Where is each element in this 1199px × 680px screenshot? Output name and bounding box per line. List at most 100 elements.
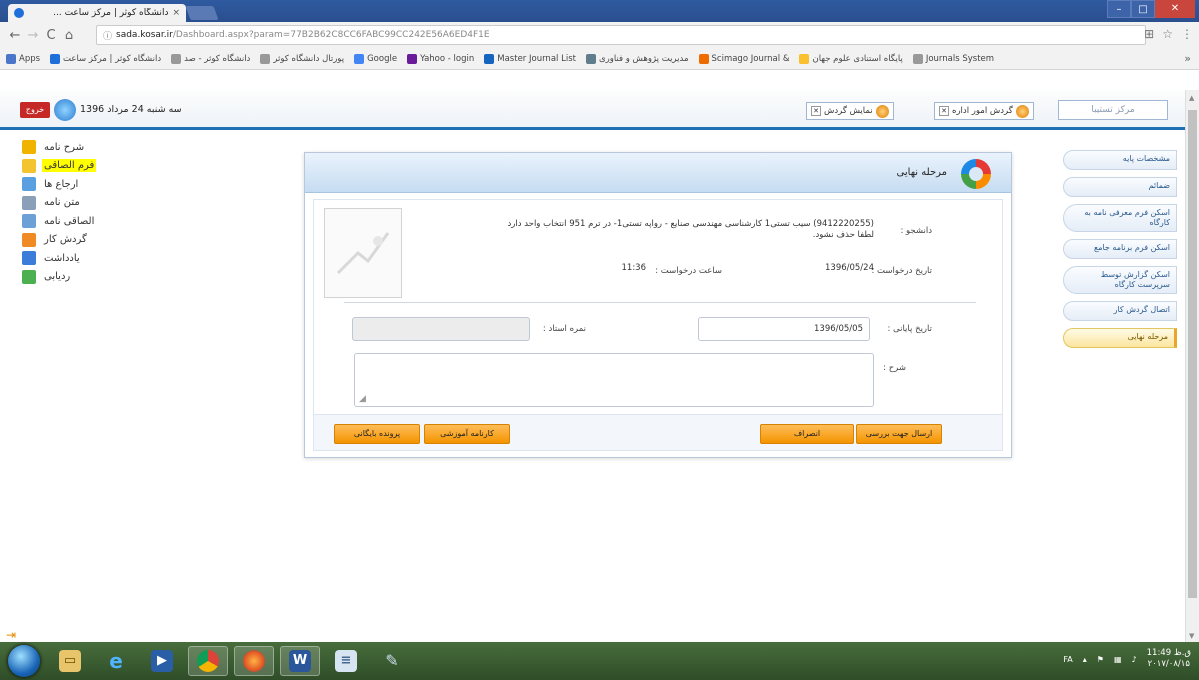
panel-header: مرحله نهایی [305,153,1011,193]
page-scrollbar[interactable]: ▲ ▼ [1185,90,1199,642]
back-icon[interactable]: ← [6,28,24,43]
view-workflow-chip[interactable]: ✕ نمایش گردش [806,102,894,120]
bookmark-label: پایگاه استنادی علوم جهان [812,53,903,64]
browser-tab[interactable]: دانشگاه کوثر | مرکز ساعت ... × [8,4,186,22]
left-menu-item[interactable]: شرح نامه [22,138,162,157]
bookmark-item[interactable]: پورتال دانشگاه کوثر [260,53,345,64]
translate-icon[interactable]: ⊞ [1144,27,1154,41]
left-menu-item[interactable]: متن نامه [22,194,162,213]
explorer-icon[interactable]: ▭ [50,646,90,676]
archive-button[interactable]: پرونده بایگانی [334,424,420,444]
paint-icon[interactable]: ✎ [372,646,412,676]
section-divider [344,302,976,303]
start-button[interactable] [8,645,40,677]
forward-icon[interactable]: → [24,28,42,43]
bookmark-item[interactable]: Master Journal List [484,53,576,64]
left-menu-label: فرم الصاقی [42,159,97,173]
bookmark-item[interactable]: مدیریت پژوهش و فناوری [585,53,689,64]
right-menu-item[interactable]: مشخصات پایه [1063,150,1177,170]
logout-button[interactable]: خروج [20,102,50,118]
menu-icon[interactable]: ⋮ [1181,27,1193,41]
current-date: سه شنبه 24 مرداد 1396 [80,104,182,115]
bookmark-item[interactable]: Google [354,53,397,64]
network-icon[interactable]: ▦ [1114,655,1122,664]
info-icon[interactable]: ⓘ [103,29,112,42]
right-menu-item[interactable]: اسکن فرم معرفی نامه به کارگاه [1063,204,1177,232]
workflow-orb-icon [875,104,889,118]
end-date-field[interactable]: 1396/05/05 [698,317,870,341]
close-window-icon[interactable]: ✕ [1155,0,1195,18]
right-menu-item[interactable]: اسکن فرم برنامه جامع [1063,239,1177,259]
description-label: شرح : [883,363,906,373]
close-icon[interactable]: ✕ [811,106,821,116]
chrome-icon[interactable] [188,646,228,676]
apps-icon [6,53,16,64]
teacher-grade-field[interactable] [352,317,530,341]
office-tour-chip[interactable]: ✕ گردش امور اداره [934,102,1034,120]
tray-arrow-icon[interactable]: ▴ [1083,655,1087,664]
bookmark-item[interactable]: Yahoo - login [407,53,474,64]
description-textarea[interactable]: ◢ [354,353,874,407]
bookmarks-overflow-icon[interactable]: » [1184,52,1191,65]
left-menu-item[interactable]: گردش کار [22,231,162,250]
view-workflow-label: نمایش گردش [824,106,873,116]
left-menu-label: یادداشت [44,252,80,264]
bookmark-item[interactable]: دانشگاه کوثر - صد [171,53,250,64]
left-menu-item[interactable]: فرم الصاقی [22,157,162,176]
transcript-button[interactable]: کارنامه آموزشی [424,424,510,444]
collapse-panel-icon[interactable]: ⇥ [6,628,16,642]
right-menu-item[interactable]: مرحله نهایی [1063,328,1177,348]
google-icon [354,53,365,64]
left-menu-item[interactable]: ردیابی [22,268,162,287]
language-indicator[interactable]: FA [1063,655,1072,664]
maximize-icon[interactable]: □ [1131,0,1155,18]
bookmark-label: پورتال دانشگاه کوثر [273,53,345,64]
scrollbar-thumb[interactable] [1188,110,1197,598]
windows-taskbar: ▭ e ▶ W ≡ ✎ FA ▴ ⚑ ▦ ♪ 11:49 ق.ظ ۲۰۱۷/۰۸… [0,642,1199,680]
address-domain: sada.kosar.ir [116,30,173,40]
media-player-icon[interactable]: ▶ [142,646,182,676]
scroll-up-icon[interactable]: ▲ [1189,94,1194,102]
header-right-box[interactable]: مرکز تستیبا [1058,100,1168,120]
clock[interactable]: 11:49 ق.ظ ۲۰۱۷/۰۸/۱۵ [1147,648,1191,670]
bookmark-label: Journals System [925,53,995,64]
new-tab-button[interactable] [185,6,219,20]
tab-close-icon[interactable]: × [172,8,180,18]
bookmark-item[interactable]: Scimago Journal & [698,53,789,64]
left-menu-item[interactable]: ارجاع ها [22,175,162,194]
close-icon[interactable]: ✕ [939,106,949,116]
resize-grip-icon[interactable]: ◢ [359,394,366,404]
ie-icon[interactable]: e [96,646,136,676]
home-icon[interactable]: ⌂ [60,28,78,43]
request-date-value: 1396/05/24 [825,263,874,273]
bookmark-item[interactable]: Apps [6,53,40,64]
address-input[interactable]: ⓘ sada.kosar.ir /Dashboard.aspx?param=77… [96,25,1146,45]
volume-icon[interactable]: ♪ [1132,655,1137,664]
bookmark-item[interactable]: Journals System [912,53,995,64]
send-review-button[interactable]: ارسال جهت بررسی [856,424,942,444]
right-menu-item[interactable]: اسکن گزارش توسط سرپرست کارگاه [1063,266,1177,294]
firefox-icon[interactable] [234,646,274,676]
favicon-icon [14,8,24,18]
bookmark-item[interactable]: پایگاه استنادی علوم جهان [799,53,903,64]
left-menu-item[interactable]: یادداشت [22,249,162,268]
bookmark-label: Master Journal List [497,53,576,64]
right-menu-item[interactable]: اتصال گردش کار [1063,301,1177,321]
cancel-button[interactable]: انصراف [760,424,854,444]
bookmark-item[interactable]: دانشگاه کوثر | مرکز ساعت [50,53,161,64]
document-icon[interactable]: ≡ [326,646,366,676]
bookmark-star-icon[interactable]: ☆ [1162,27,1173,41]
flag-icon[interactable]: ⚑ [1097,655,1104,664]
word-icon[interactable]: W [280,646,320,676]
right-menu: مشخصات پایه ضمائم اسکن فرم معرفی نامه به ک… [1063,150,1177,355]
right-menu-item[interactable]: ضمائم [1063,177,1177,197]
left-menu-item[interactable]: الصاقی نامه [22,212,162,231]
letter-icon [22,140,36,155]
scimago-icon [698,53,709,64]
left-menu-label: متن نامه [44,197,80,209]
photo-placeholder-icon [336,232,390,275]
reload-icon[interactable]: C [42,28,60,43]
minimize-icon[interactable]: – [1107,0,1131,18]
scroll-down-icon[interactable]: ▼ [1189,632,1194,640]
tab-title: دانشگاه کوثر | مرکز ساعت ... [53,8,169,18]
